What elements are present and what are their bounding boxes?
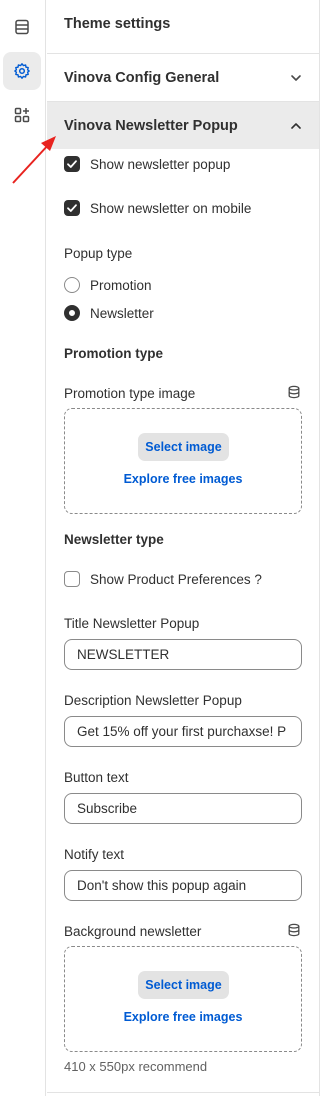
sections-icon	[15, 19, 29, 35]
gear-icon	[14, 63, 30, 79]
chevron-up-icon	[291, 123, 301, 129]
checkmark-icon	[67, 160, 77, 168]
icon-rail	[0, 0, 46, 1096]
promotion-type-heading: Promotion type	[64, 346, 164, 361]
radio-promotion[interactable]: Promotion	[64, 277, 152, 293]
dynamic-source-icon[interactable]	[287, 385, 301, 399]
select-image-button[interactable]: Select image	[138, 971, 229, 999]
promotion-image-label: Promotion type image	[64, 386, 196, 401]
button-text-label: Button text	[64, 770, 129, 785]
show-newsletter-popup-checkbox[interactable]: Show newsletter popup	[64, 156, 230, 172]
explore-free-images-link[interactable]: Explore free images	[65, 1010, 301, 1024]
select-image-button[interactable]: Select image	[138, 433, 229, 461]
title-label: Title Newsletter Popup	[64, 616, 200, 631]
checkbox-checked[interactable]	[64, 156, 80, 172]
checkbox-label: Show Product Preferences ?	[90, 571, 262, 587]
checkmark-icon	[67, 204, 77, 212]
title-input[interactable]: NEWSLETTER	[64, 639, 302, 670]
background-size-hint: 410 x 550px recommend	[64, 1059, 208, 1074]
panel-border	[319, 0, 320, 1096]
section-label: Vinova Config General	[64, 69, 220, 86]
radio-newsletter[interactable]: Newsletter	[64, 305, 154, 321]
checkbox-checked[interactable]	[64, 200, 80, 216]
show-product-preferences-checkbox[interactable]: Show Product Preferences ?	[64, 571, 262, 587]
notify-text-label: Notify text	[64, 847, 125, 862]
background-label: Background newsletter	[64, 924, 202, 939]
section-label: Vinova Newsletter Popup	[64, 117, 238, 134]
promotion-image-dropzone[interactable]: Select image Explore free images	[64, 408, 302, 514]
dynamic-source-icon[interactable]	[287, 923, 301, 937]
checkbox-unchecked[interactable]	[64, 571, 80, 587]
radio-selected[interactable]	[64, 305, 80, 321]
apps-icon	[14, 107, 30, 123]
checkbox-label: Show newsletter on mobile	[90, 200, 252, 216]
newsletter-type-heading: Newsletter type	[64, 532, 164, 547]
radio-label: Newsletter	[90, 305, 154, 321]
checkbox-label: Show newsletter popup	[90, 156, 231, 172]
section-vinova-config-general[interactable]: Vinova Config General	[47, 53, 319, 101]
button-text-input[interactable]: Subscribe	[64, 793, 302, 824]
app-embeds-button[interactable]	[3, 96, 41, 134]
panel-title: Theme settings	[64, 16, 171, 32]
chevron-down-icon	[291, 75, 301, 81]
section-vinova-newsletter-popup[interactable]: Vinova Newsletter Popup	[47, 101, 319, 149]
theme-settings-button[interactable]	[3, 52, 41, 90]
explore-free-images-link[interactable]: Explore free images	[65, 472, 301, 486]
theme-settings-panel: Theme settings Vinova Config General Vin…	[47, 0, 319, 1096]
sections-button[interactable]	[3, 8, 41, 46]
radio-unselected[interactable]	[64, 277, 80, 293]
description-label: Description Newsletter Popup	[64, 693, 242, 708]
background-image-dropzone[interactable]: Select image Explore free images	[64, 946, 302, 1052]
divider	[47, 1092, 319, 1093]
radio-label: Promotion	[90, 277, 152, 293]
notify-text-input[interactable]: Don't show this popup again	[64, 870, 302, 901]
description-input[interactable]: Get 15% off your first purchaxse! P	[64, 716, 302, 747]
show-newsletter-mobile-checkbox[interactable]: Show newsletter on mobile	[64, 200, 251, 216]
popup-type-label: Popup type	[64, 246, 133, 261]
